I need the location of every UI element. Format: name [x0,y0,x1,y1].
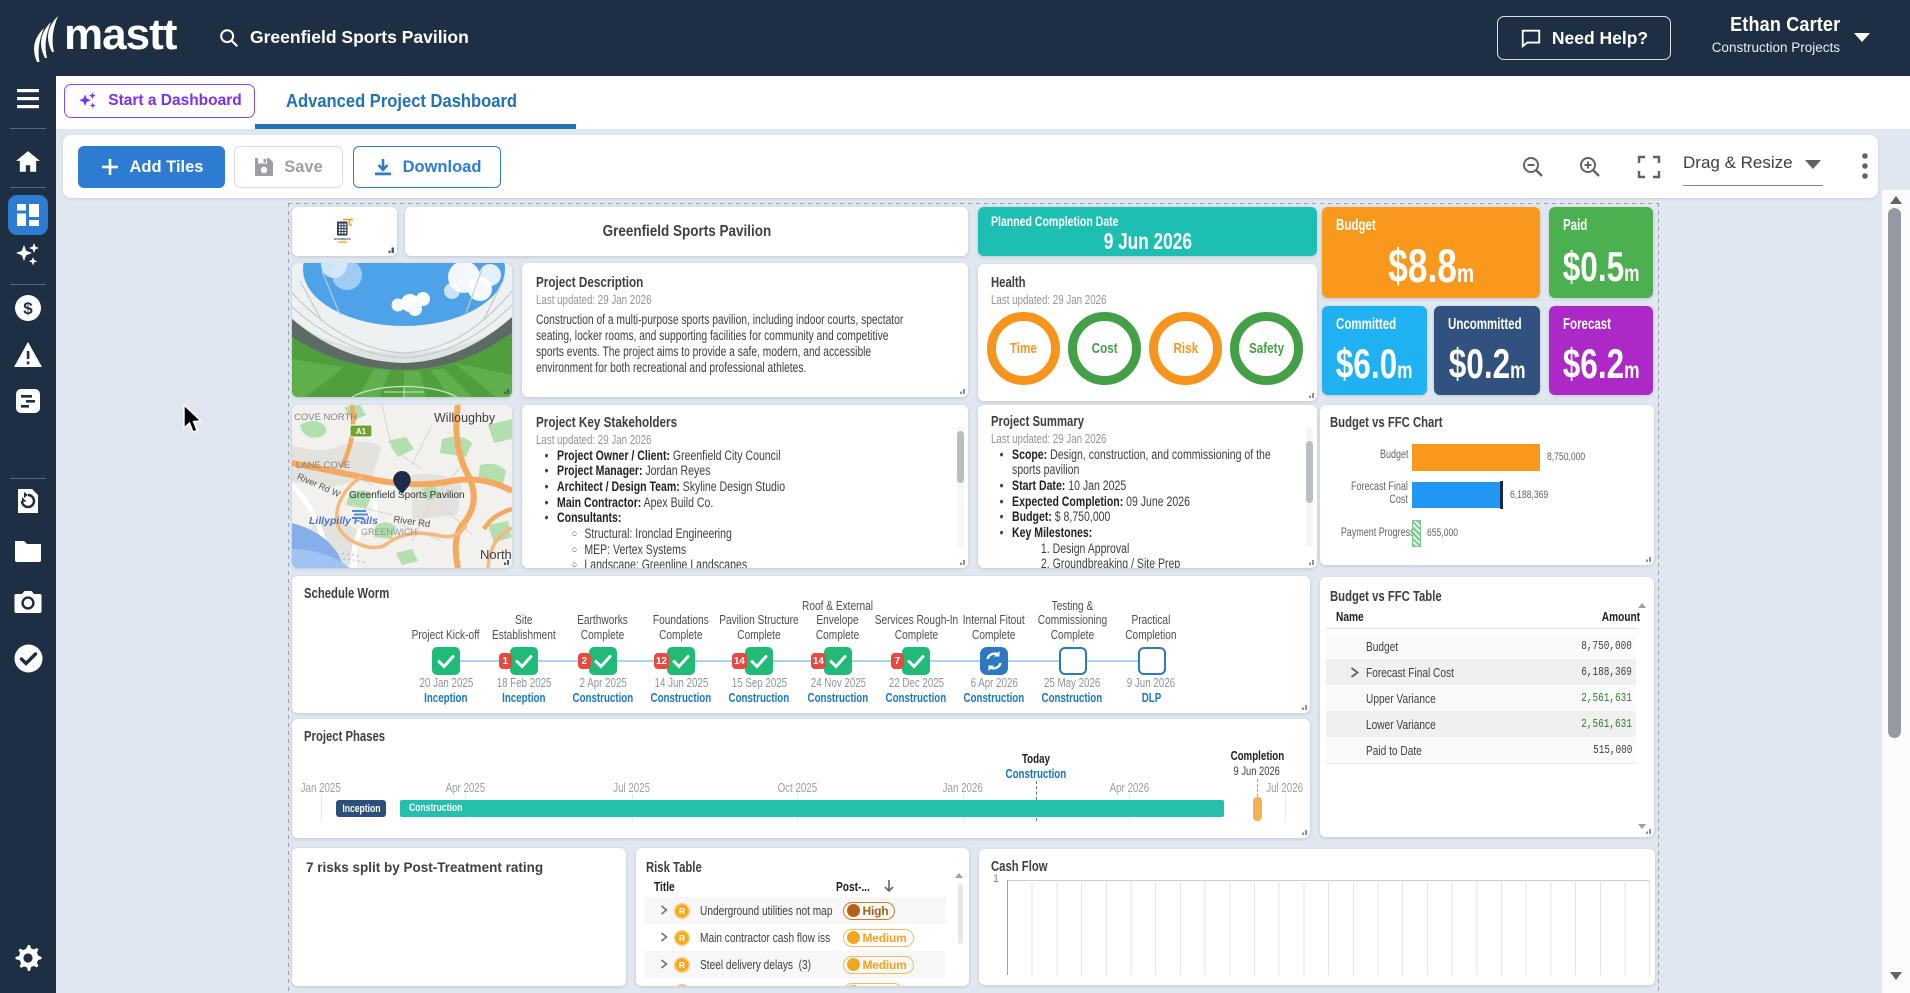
svg-text:LANE COVE: LANE COVE [296,460,350,471]
svg-text:GREENWICH: GREENWICH [361,527,417,537]
svg-text:Greenfield Sports Pavilion: Greenfield Sports Pavilion [349,490,465,501]
svg-text:COVE NORTH: COVE NORTH [294,412,357,423]
svg-text:BUILDINGCO: BUILDINGCO [334,237,350,241]
svg-text:Willoughby: Willoughby [434,411,496,425]
svg-text:$: $ [23,299,33,318]
svg-text:Lillypilly Falls: Lillypilly Falls [309,515,378,527]
svg-text:A1: A1 [356,427,367,436]
